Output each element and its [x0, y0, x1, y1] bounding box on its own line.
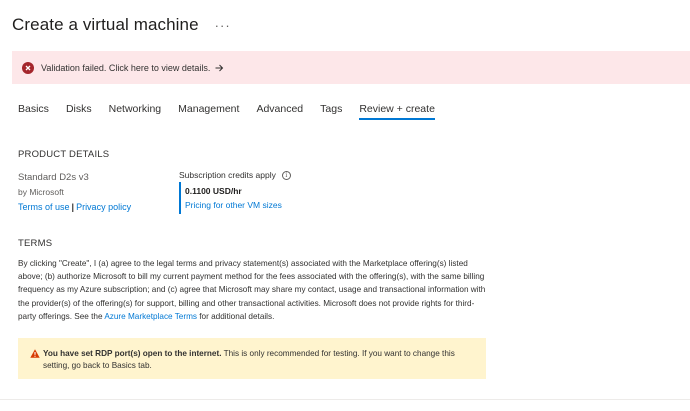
- product-publisher: by Microsoft: [18, 187, 64, 197]
- price-value: 0.1100 USD/hr: [185, 186, 242, 196]
- tab-management[interactable]: Management: [178, 103, 239, 121]
- rdp-warning-banner: You have set RDP port(s) open to the int…: [18, 338, 486, 379]
- page-title: Create a virtual machine: [12, 15, 199, 34]
- product-links: Terms of use | Privacy policy: [18, 200, 131, 215]
- error-icon: [22, 61, 34, 74]
- privacy-policy-link[interactable]: Privacy policy: [76, 202, 131, 212]
- subscription-credits: Subscription credits apply i: [179, 170, 291, 180]
- validation-error-text: Validation failed. Click here to view de…: [41, 62, 211, 73]
- subscription-credits-label: Subscription credits apply: [179, 170, 276, 180]
- arrow-right-icon: [215, 64, 224, 72]
- divider: [0, 399, 690, 400]
- validation-error-banner[interactable]: Validation failed. Click here to view de…: [12, 51, 690, 84]
- page-header: Create a virtual machine ···: [12, 13, 231, 37]
- warning-message: You have set RDP port(s) open to the int…: [28, 348, 476, 372]
- terms-text: By clicking "Create", I (a) agree to the…: [18, 257, 488, 323]
- tab-review-create[interactable]: Review + create: [359, 103, 435, 121]
- tab-tags[interactable]: Tags: [320, 103, 342, 121]
- terms-body-end: for additional details.: [197, 311, 275, 321]
- terms-heading: TERMS: [18, 238, 53, 249]
- tab-bar: Basics Disks Networking Management Advan…: [18, 103, 452, 121]
- azure-marketplace-terms-link[interactable]: Azure Marketplace Terms: [104, 312, 197, 321]
- pricing-other-sizes-link[interactable]: Pricing for other VM sizes: [185, 198, 282, 212]
- price-box: 0.1100 USD/hr Pricing for other VM sizes: [179, 182, 282, 214]
- info-icon[interactable]: i: [281, 170, 291, 180]
- tab-advanced[interactable]: Advanced: [256, 103, 303, 121]
- product-details-heading: PRODUCT DETAILS: [18, 149, 110, 160]
- terms-of-use-link[interactable]: Terms of use: [18, 202, 70, 212]
- link-separator: |: [71, 202, 75, 212]
- product-name: Standard D2s v3: [18, 172, 89, 183]
- tab-basics[interactable]: Basics: [18, 103, 49, 121]
- tab-networking[interactable]: Networking: [109, 103, 162, 121]
- more-options-button[interactable]: ···: [215, 18, 231, 33]
- warning-icon: [30, 349, 40, 362]
- tab-disks[interactable]: Disks: [66, 103, 92, 121]
- warning-title: You have set RDP port(s) open to the int…: [43, 349, 222, 358]
- product-info: Standard D2s v3 by Microsoft Terms of us…: [18, 170, 131, 215]
